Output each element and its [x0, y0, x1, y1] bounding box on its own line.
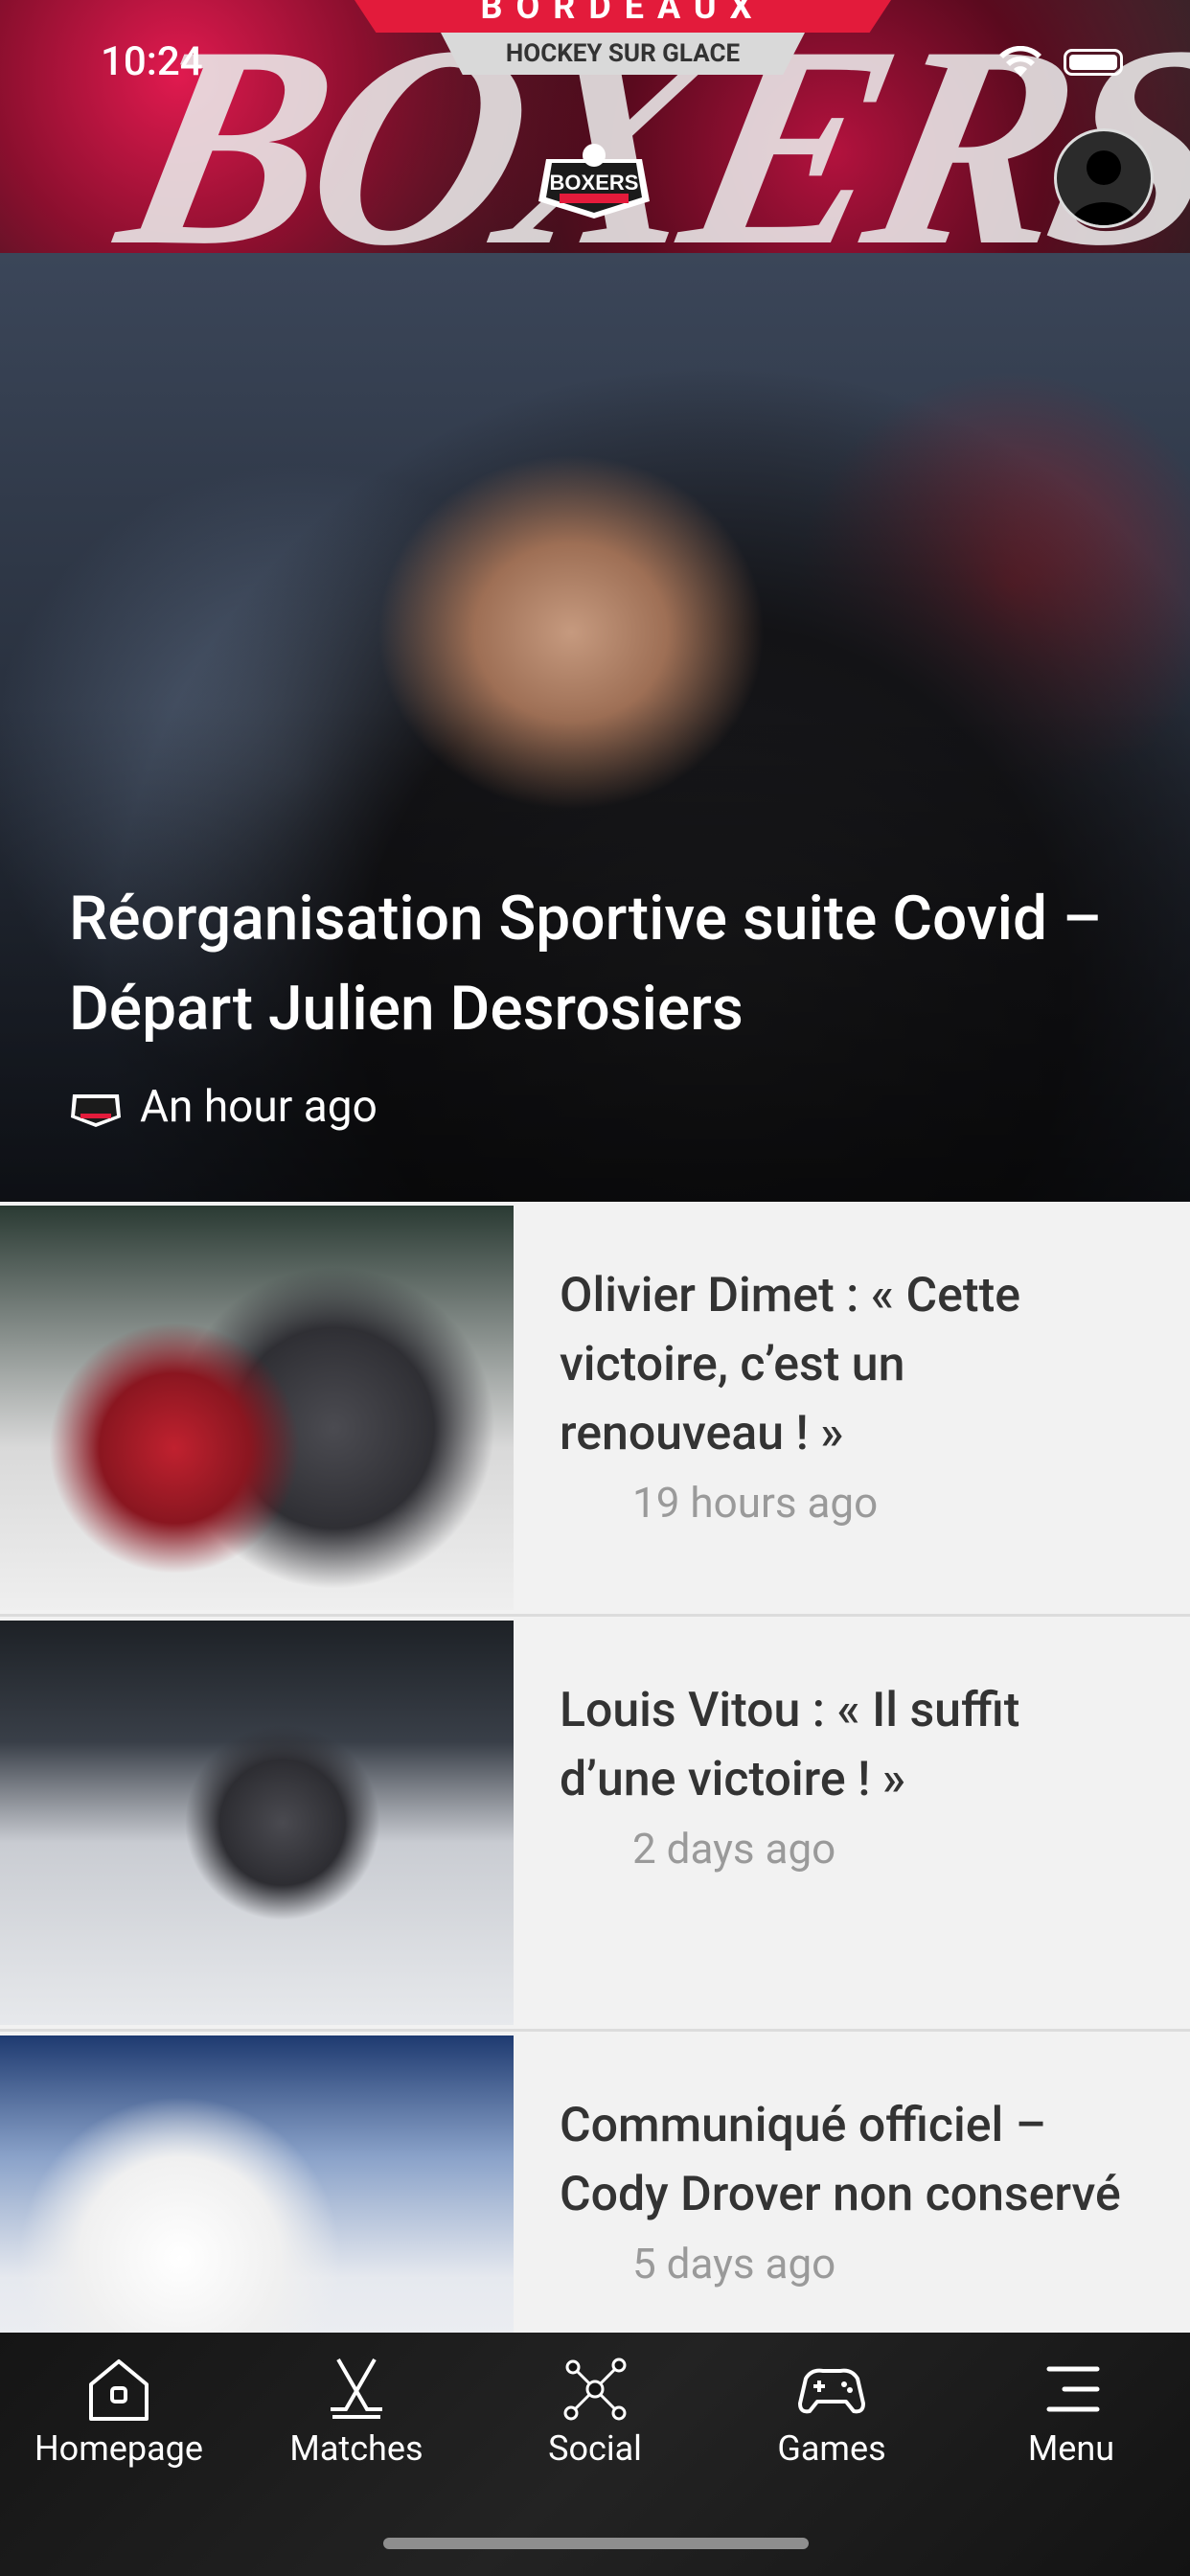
news-title: Communiqué officiel – Cody Drover non co… — [560, 2098, 1121, 2222]
svg-text:BOXERS: BOXERS — [550, 171, 639, 195]
wifi-icon — [999, 46, 1041, 77]
battery-icon — [1064, 49, 1123, 76]
tab-menu[interactable]: Menu — [975, 2356, 1167, 2469]
hockey-sticks-icon — [331, 2358, 382, 2419]
news-title: Olivier Dimet : « Cette victoire, c’est … — [560, 1268, 1021, 1461]
menu-icon — [1046, 2366, 1100, 2412]
gamepad-icon — [798, 2368, 865, 2414]
featured-article-meta: An hour ago — [69, 1081, 378, 1133]
news-time: 2 days ago — [632, 1824, 836, 1874]
news-thumbnail — [0, 1621, 514, 2025]
tab-matches[interactable]: Matches — [261, 2356, 452, 2469]
tab-social[interactable]: Social — [499, 2356, 691, 2469]
status-time: 10:24 — [101, 38, 203, 85]
tab-games[interactable]: Games — [736, 2356, 927, 2469]
featured-article[interactable]: Réorganisation Sportive suite Covid – Dé… — [0, 253, 1190, 1202]
user-icon — [1070, 150, 1137, 225]
featured-article-time: An hour ago — [140, 1081, 378, 1133]
header-banner-top: BORDEAUX — [355, 0, 891, 33]
news-time: 5 days ago — [632, 2239, 836, 2288]
news-time: 19 hours ago — [632, 1478, 879, 1528]
app-header: BOXERS BORDEAUX HOCKEY SUR GLACE 10:24 B… — [0, 0, 1190, 253]
club-logo: BOXERS — [538, 144, 650, 218]
news-item[interactable]: Louis Vitou : « Il suffit d’une victoire… — [0, 1617, 1190, 2032]
news-item[interactable]: Olivier Dimet : « Cette victoire, c’est … — [0, 1202, 1190, 1617]
home-indicator[interactable] — [383, 2538, 809, 2549]
header-banner-sub: HOCKEY SUR GLACE — [441, 33, 805, 75]
news-title: Louis Vitou : « Il suffit d’une victoire… — [560, 1683, 1020, 1807]
club-logo-small — [71, 1094, 121, 1127]
news-list: Olivier Dimet : « Cette victoire, c’est … — [0, 1202, 1190, 2447]
news-thumbnail — [0, 1206, 514, 1610]
status-icons — [998, 46, 1123, 79]
home-icon — [89, 2359, 149, 2421]
tab-homepage[interactable]: Homepage — [23, 2356, 215, 2469]
network-icon — [563, 2358, 627, 2421]
featured-article-title: Réorganisation Sportive suite Covid – Dé… — [69, 883, 1102, 1045]
profile-avatar-button[interactable] — [1054, 128, 1154, 228]
